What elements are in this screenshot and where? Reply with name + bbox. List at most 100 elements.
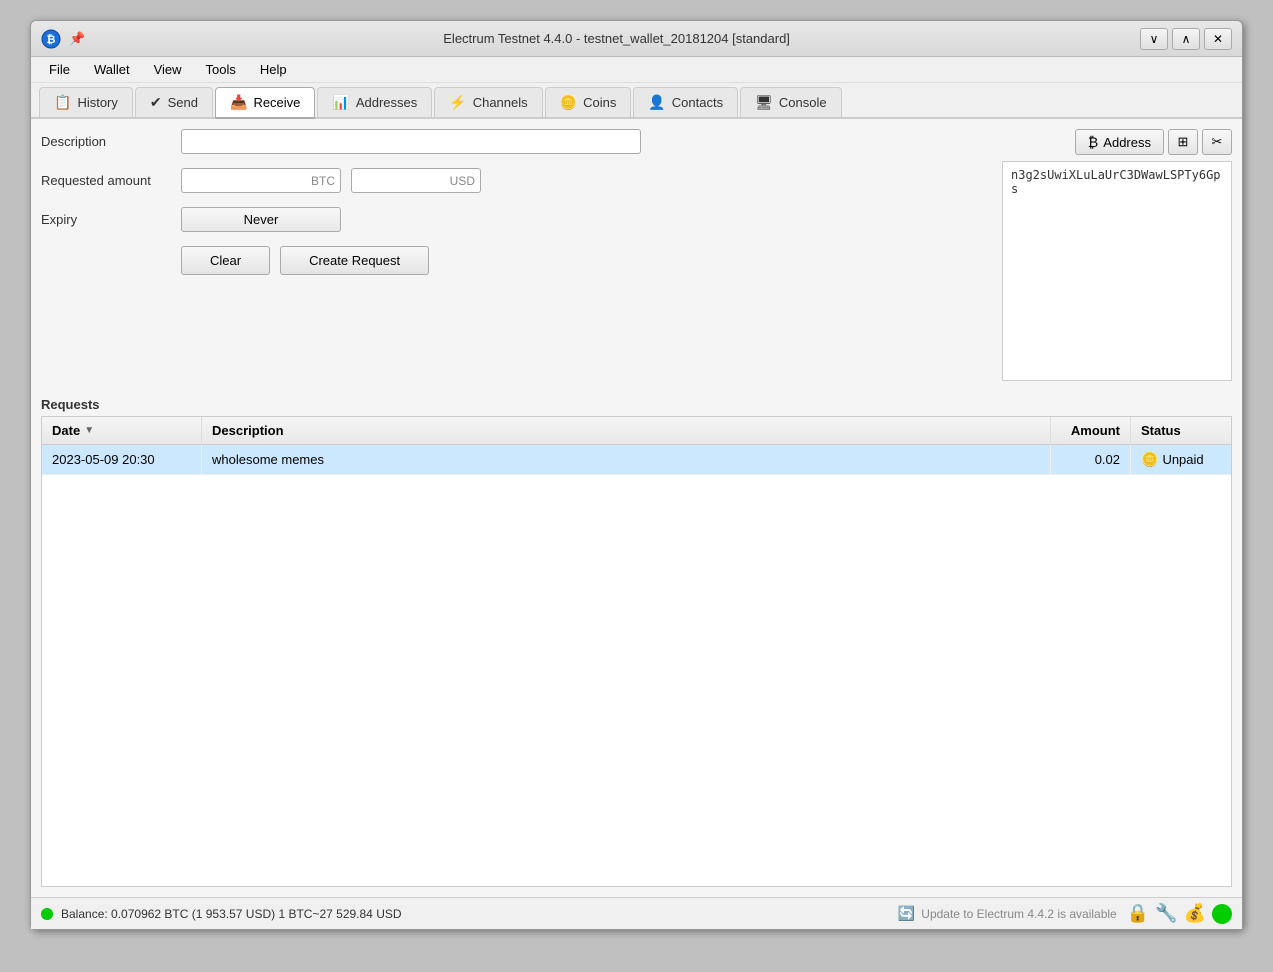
btc-wrapper: BTC — [181, 168, 341, 193]
copy-button[interactable]: ✂ — [1202, 129, 1232, 155]
minimize-button[interactable]: ∨ — [1140, 28, 1168, 50]
tab-coins-label: Coins — [583, 95, 616, 110]
column-header-status[interactable]: Status — [1131, 417, 1231, 444]
description-input[interactable] — [181, 129, 641, 154]
requests-title: Requests — [41, 397, 1232, 412]
status-text: Unpaid — [1162, 452, 1203, 467]
qr-panel: ₿ Address ⊞ ✂ n3g2sUwiXLuLaUrC3DWawLSPTy… — [1002, 129, 1232, 381]
addresses-icon: 📊 — [332, 94, 349, 111]
lightning-icon[interactable]: 💰 — [1184, 903, 1206, 924]
column-header-amount[interactable]: Amount — [1051, 417, 1131, 444]
menu-help[interactable]: Help — [250, 59, 297, 80]
network-icon[interactable] — [1212, 904, 1232, 924]
status-left: Balance: 0.070962 BTC (1 953.57 USD) 1 B… — [41, 907, 402, 921]
cell-date: 2023-05-09 20:30 — [42, 445, 202, 474]
top-section: Description Requested amount BTC USD — [41, 129, 1232, 381]
menu-tools[interactable]: Tools — [196, 59, 246, 80]
receive-panel: Description Requested amount BTC USD — [31, 119, 1242, 897]
status-icon: 🪙 — [1141, 451, 1158, 468]
copy-icon: ✂ — [1212, 134, 1223, 150]
tab-receive-label: Receive — [253, 95, 300, 110]
clear-button[interactable]: Clear — [181, 246, 270, 275]
address-btn-label: Address — [1103, 135, 1151, 150]
status-right: 🔄 Update to Electrum 4.4.2 is available … — [898, 903, 1232, 924]
tab-send[interactable]: ✔ Send — [135, 87, 213, 117]
window-controls: ∨ ∧ ✕ — [1140, 28, 1232, 50]
expiry-label: Expiry — [41, 212, 171, 227]
tab-addresses[interactable]: 📊 Addresses — [317, 87, 432, 117]
requests-section: Requests Date ▼ Description Amount — [41, 397, 1232, 887]
status-bar: Balance: 0.070962 BTC (1 953.57 USD) 1 B… — [31, 897, 1242, 929]
qr-code-button[interactable]: ⊞ — [1168, 129, 1198, 155]
tab-bar: 📋 History ✔ Send 📥 Receive 📊 Addresses ⚡… — [31, 83, 1242, 119]
address-display: n3g2sUwiXLuLaUrC3DWawLSPTy6Gps — [1002, 161, 1232, 381]
tab-send-label: Send — [168, 95, 198, 110]
coins-icon: 🪙 — [560, 94, 577, 111]
bitcoin-icon: ₿ — [1088, 134, 1098, 150]
console-icon: 🖥 — [755, 94, 773, 111]
app-icon: ₿ — [41, 29, 61, 49]
close-button[interactable]: ✕ — [1204, 28, 1232, 50]
requested-amount-row: Requested amount BTC USD — [41, 168, 992, 193]
title-bar: ₿ 📌 Electrum Testnet 4.4.0 - testnet_wal… — [31, 21, 1242, 57]
form-area: Description Requested amount BTC USD — [41, 129, 992, 381]
tab-console-label: Console — [779, 95, 827, 110]
tab-console[interactable]: 🖥 Console — [740, 87, 841, 117]
column-header-date[interactable]: Date ▼ — [42, 417, 202, 444]
channels-icon: ⚡ — [449, 94, 466, 111]
tab-channels[interactable]: ⚡ Channels — [434, 87, 542, 117]
requests-table: Date ▼ Description Amount Status — [41, 416, 1232, 887]
usd-input[interactable] — [351, 168, 481, 193]
column-header-description[interactable]: Description — [202, 417, 1051, 444]
maximize-button[interactable]: ∧ — [1172, 28, 1200, 50]
usd-wrapper: USD — [351, 168, 481, 193]
tab-history[interactable]: 📋 History — [39, 87, 133, 117]
status-icons: 🔒 🔧 💰 — [1127, 903, 1232, 924]
contacts-icon: 👤 — [648, 94, 665, 111]
qr-toolbar: ₿ Address ⊞ ✂ — [1002, 129, 1232, 155]
pin-button[interactable]: 📌 — [69, 31, 85, 47]
update-text: Update to Electrum 4.4.2 is available — [921, 907, 1116, 921]
menu-wallet[interactable]: Wallet — [84, 59, 140, 80]
menu-view[interactable]: View — [144, 59, 192, 80]
tools-icon[interactable]: 🔧 — [1155, 903, 1177, 924]
receive-icon: 📥 — [230, 94, 247, 111]
menu-bar: File Wallet View Tools Help — [31, 57, 1242, 83]
address-text: n3g2sUwiXLuLaUrC3DWawLSPTy6Gps — [1011, 168, 1221, 196]
balance-text: Balance: 0.070962 BTC (1 953.57 USD) 1 B… — [61, 907, 402, 921]
cell-status: 🪙 Unpaid — [1131, 445, 1231, 474]
tab-coins[interactable]: 🪙 Coins — [545, 87, 632, 117]
cell-description: wholesome memes — [202, 445, 1051, 474]
tab-history-label: History — [77, 95, 117, 110]
history-icon: 📋 — [54, 94, 71, 111]
update-notice: 🔄 Update to Electrum 4.4.2 is available — [898, 905, 1117, 922]
expiry-button[interactable]: Never — [181, 207, 341, 232]
window-title: Electrum Testnet 4.4.0 - testnet_wallet_… — [93, 31, 1140, 46]
tab-channels-label: Channels — [473, 95, 528, 110]
menu-file[interactable]: File — [39, 59, 80, 80]
table-row[interactable]: 2023-05-09 20:30 wholesome memes 0.02 🪙 … — [42, 445, 1231, 475]
connection-status-dot — [41, 908, 53, 920]
table-header: Date ▼ Description Amount Status — [42, 417, 1231, 445]
tab-addresses-label: Addresses — [356, 95, 417, 110]
cell-amount: 0.02 — [1051, 445, 1131, 474]
create-request-button[interactable]: Create Request — [280, 246, 429, 275]
expiry-row: Expiry Never — [41, 207, 992, 232]
btc-input[interactable] — [181, 168, 341, 193]
content-area: Description Requested amount BTC USD — [31, 119, 1242, 897]
description-row: Description — [41, 129, 992, 154]
requested-amount-label: Requested amount — [41, 173, 171, 188]
main-window: ₿ 📌 Electrum Testnet 4.4.0 - testnet_wal… — [30, 20, 1243, 930]
tab-receive[interactable]: 📥 Receive — [215, 87, 315, 119]
lock-icon[interactable]: 🔒 — [1127, 903, 1149, 924]
update-icon: 🔄 — [898, 905, 915, 922]
buttons-row: Clear Create Request — [181, 246, 992, 275]
svg-text:₿: ₿ — [47, 34, 56, 46]
address-button[interactable]: ₿ Address — [1075, 129, 1164, 155]
table-body: 2023-05-09 20:30 wholesome memes 0.02 🪙 … — [42, 445, 1231, 886]
tab-contacts-label: Contacts — [672, 95, 723, 110]
send-icon: ✔ — [150, 94, 162, 111]
tab-contacts[interactable]: 👤 Contacts — [633, 87, 738, 117]
description-label: Description — [41, 134, 171, 149]
qr-icon: ⊞ — [1178, 134, 1189, 150]
